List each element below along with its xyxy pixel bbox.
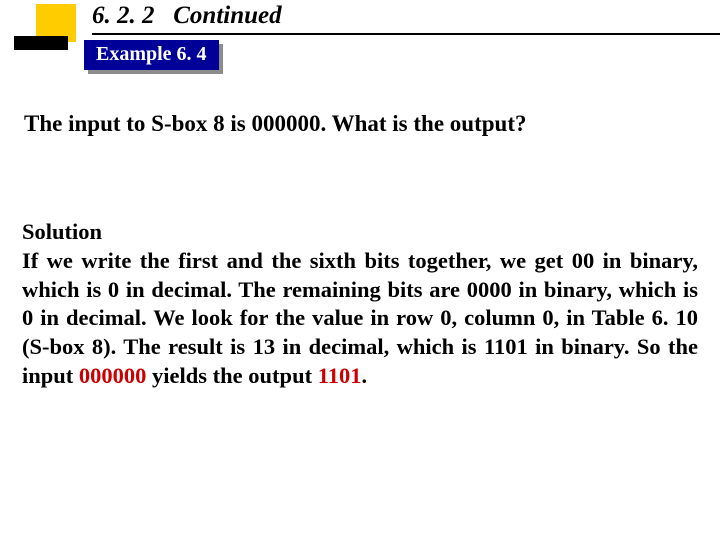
solution-block: Solution If we write the first and the s…: [22, 218, 698, 391]
section-heading: 6. 2. 2 Continued: [92, 2, 710, 33]
question-text: The input to S-box 8 is 000000. What is …: [24, 110, 696, 139]
highlight-output-bits: 1101: [318, 363, 362, 388]
example-badge: Example 6. 4: [84, 40, 219, 70]
section-heading-wrap: 6. 2. 2 Continued: [92, 2, 710, 33]
section-underline: [92, 33, 720, 35]
decor-bar-black: [14, 36, 68, 50]
section-title: Continued: [173, 2, 281, 29]
section-number: 6. 2. 2: [92, 2, 155, 29]
highlight-input-bits: 000000: [79, 363, 147, 388]
slide-root: 6. 2. 2 Continued Example 6. 4 The input…: [0, 0, 720, 540]
solution-body-between: yields the output: [146, 363, 317, 388]
solution-body-after: .: [361, 363, 367, 388]
solution-label: Solution: [22, 218, 698, 247]
